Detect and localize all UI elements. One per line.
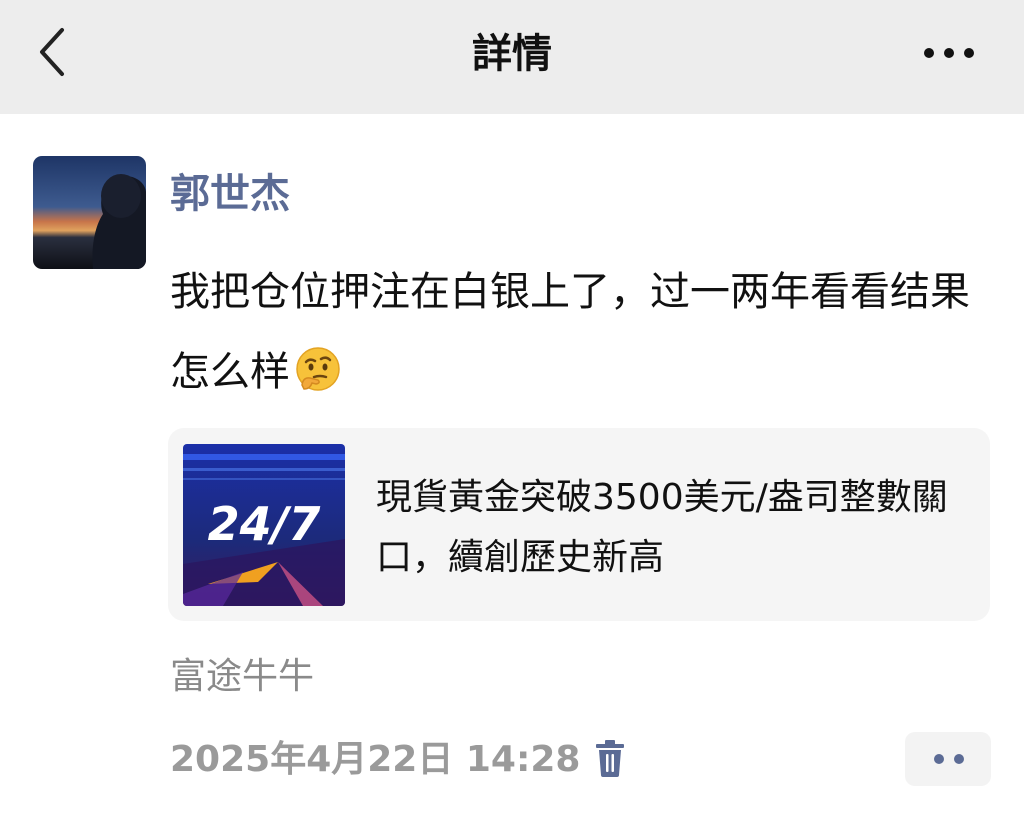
delete-button[interactable] — [592, 738, 628, 778]
author-name[interactable]: 郭世杰 — [170, 166, 290, 222]
comment-like-button[interactable] — [905, 732, 991, 786]
page-title: 詳情 — [472, 31, 552, 77]
link-preview-card[interactable]: 24/7 現貨黃金突破3500美元/盎司整數關口，續創歷史新高 — [168, 428, 990, 621]
trash-icon — [596, 740, 624, 777]
avatar[interactable] — [33, 156, 146, 269]
post-timestamp: 2025年4月22日 14:28 — [170, 739, 581, 780]
post-source: 富途牛牛 — [170, 656, 315, 697]
post-text: 我把仓位押注在白银上了，过一两年看看结果怎么样 — [170, 269, 970, 395]
post-content: 我把仓位押注在白银上了，过一两年看看结果怎么样 — [170, 252, 1005, 412]
navigation-bar: 詳情 — [0, 0, 1024, 114]
more-horizontal-icon — [924, 48, 974, 58]
more-dots-icon — [934, 754, 964, 764]
thinking-face-emoji — [296, 347, 340, 391]
thumbnail-text: 24/7 — [208, 497, 321, 551]
more-options-button[interactable] — [916, 30, 982, 76]
card-title: 現貨黃金突破3500美元/盎司整數關口，續創歷史新高 — [376, 477, 948, 578]
card-thumbnail: 24/7 — [183, 444, 345, 606]
